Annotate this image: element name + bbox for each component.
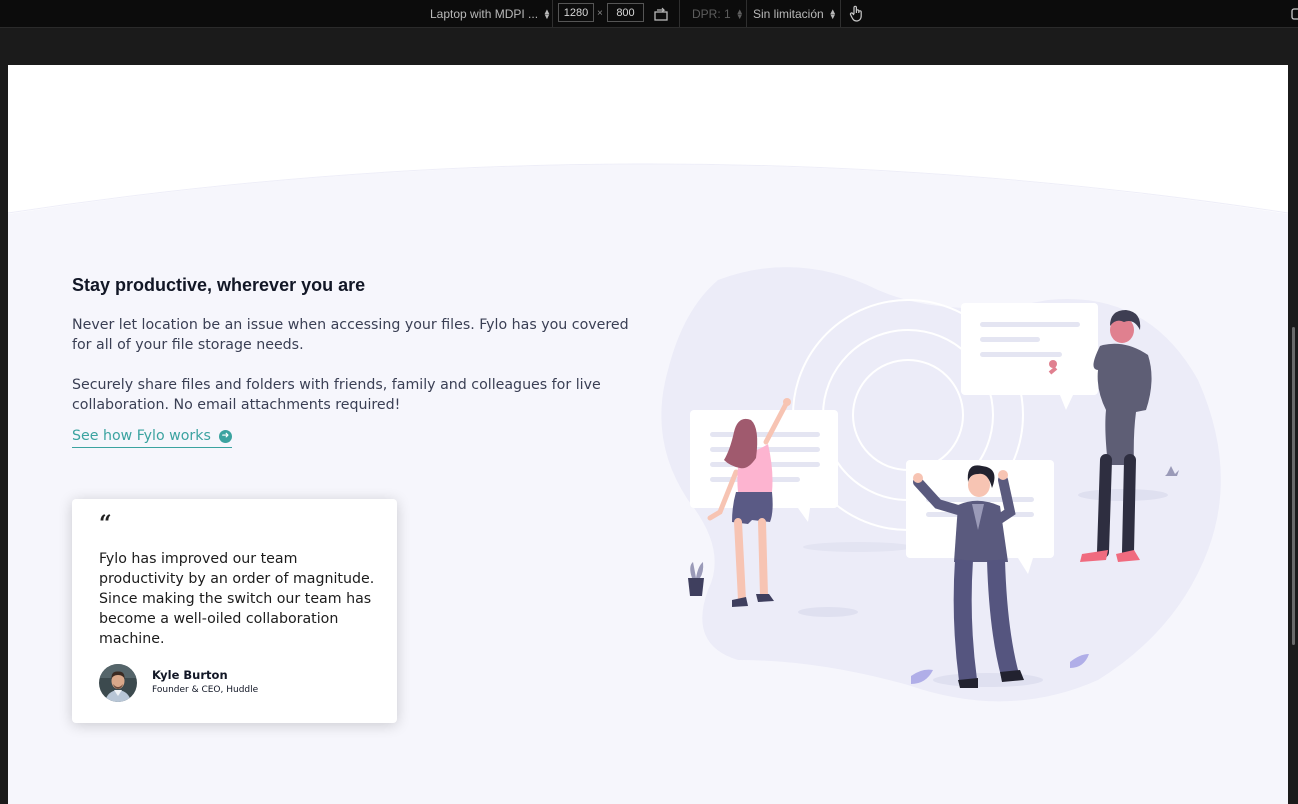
page-viewport: Stay productive, wherever you are Never …: [8, 65, 1288, 804]
select-arrows-icon: ▲ ▼: [828, 6, 837, 21]
testimonial-role: Founder & CEO, Huddle: [152, 685, 259, 695]
device-select-label: Laptop with MDPI ...: [430, 6, 539, 21]
dpr-label: DPR: 1: [692, 6, 731, 21]
window-icon[interactable]: [1291, 0, 1298, 27]
toolbar-divider: [840, 0, 841, 27]
feature-title: Stay productive, wherever you are: [72, 275, 366, 295]
quote-icon: “: [99, 511, 112, 537]
select-arrows-icon: ▲ ▼: [543, 6, 551, 21]
throttle-select[interactable]: Sin limitación ▲ ▼: [753, 0, 837, 27]
rotate-icon[interactable]: [653, 0, 669, 27]
touch-icon[interactable]: [849, 0, 863, 27]
devtools-toolbar: Laptop with MDPI ... ▲ ▼ 1280 × 800 DPR: …: [0, 0, 1298, 28]
feature-paragraph-sharing: Securely share files and folders with fr…: [72, 377, 601, 413]
dimension-times: ×: [597, 8, 603, 19]
select-arrows-icon: ▲ ▼: [735, 6, 744, 21]
see-how-fylo-works-link[interactable]: See how Fylo works ➜: [72, 428, 232, 448]
link-label: See how Fylo works: [72, 428, 211, 444]
toolbar-divider: [746, 0, 747, 27]
devtools-gutter: [0, 28, 1298, 65]
device-select[interactable]: Laptop with MDPI ... ▲ ▼: [430, 0, 551, 27]
testimonial-card: “ Fylo has improved our team productivit…: [72, 499, 397, 723]
testimonial-name: Kyle Burton: [152, 668, 228, 682]
toolbar-divider: [552, 0, 553, 27]
throttle-label: Sin limitación: [753, 6, 824, 21]
scrollbar-thumb[interactable]: [1292, 327, 1295, 645]
dpr-select[interactable]: DPR: 1 ▲ ▼: [692, 0, 744, 27]
arrow-circle-icon: ➜: [218, 429, 232, 443]
height-input[interactable]: 800: [607, 3, 644, 22]
avatar: [99, 664, 137, 702]
hero-curve: [8, 65, 1288, 214]
toolbar-divider: [679, 0, 680, 27]
stay-productive-illustration: [661, 267, 1221, 702]
width-input[interactable]: 1280: [558, 3, 594, 22]
feature-paragraph-location: Never let location be an issue when acce…: [72, 317, 629, 353]
testimonial-quote: Fylo has improved our team productivity …: [99, 551, 375, 647]
